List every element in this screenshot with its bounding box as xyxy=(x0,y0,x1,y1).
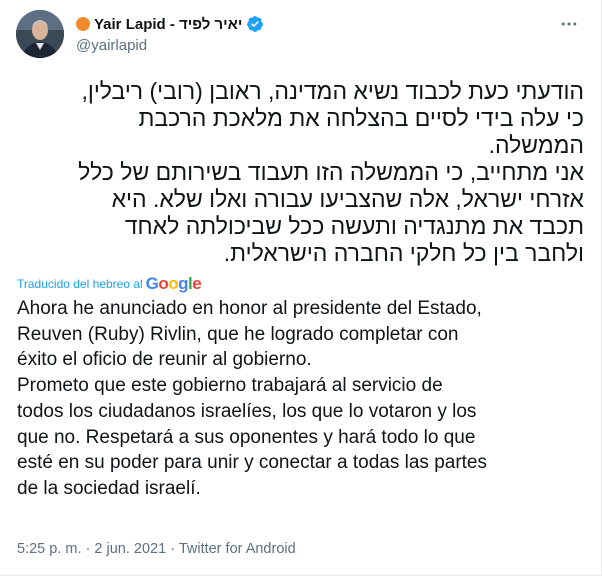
translation-text-line: que no. Respetará a sus oponentes y hará… xyxy=(17,426,476,448)
tweet-header: Yair Lapid - יאיר לפיד @yairlapid xyxy=(16,10,585,62)
original-text-line: ולחבר בין כל חלקי החברה הישראלית. xyxy=(223,240,584,266)
meta-separator: · xyxy=(85,541,91,557)
author-handle[interactable]: @yairlapid xyxy=(76,37,264,54)
orange-circle-icon xyxy=(76,17,90,31)
google-logo: Google xyxy=(145,274,202,293)
translation-text-line: Reuven (Ruby) Rivlin, que he logrado com… xyxy=(17,323,459,345)
tweet-original-text: הודעתי כעת לכבוד נשיא המדינה, ראובן (רוב… xyxy=(18,78,584,267)
original-text-line: הממשלה. xyxy=(488,132,584,158)
original-text-line: כי עלה בידי לסיים בהצלחה את מלאכת הרכבת xyxy=(138,105,584,131)
display-name-row[interactable]: Yair Lapid - יאיר לפיד xyxy=(76,13,264,35)
tweet-translation-text: Ahora he anunciado en honor al president… xyxy=(17,296,592,502)
display-name[interactable]: Yair Lapid - יאיר לפיד xyxy=(94,16,242,33)
meta-separator: · xyxy=(170,541,176,557)
tweet-card: Yair Lapid - יאיר לפיד @yairlapid הודעתי… xyxy=(0,0,602,576)
verified-badge-icon xyxy=(246,15,264,33)
translation-text-line: de la sociedad israelí. xyxy=(17,477,201,499)
original-text-line: תכבד את מתנגדיה ותעשה ככל שביכולתה לאחד xyxy=(124,213,584,239)
more-options-icon xyxy=(561,22,577,26)
more-options-button[interactable] xyxy=(557,12,581,36)
translation-text-line: todos los ciudadanos israelíes, los que … xyxy=(17,400,477,422)
tweet-date[interactable]: 2 jun. 2021 xyxy=(94,541,166,557)
translated-label: Traducido del hebreo al xyxy=(17,277,143,291)
tweet-meta: 5:25 p. m. · 2 jun. 2021 · Twitter for A… xyxy=(17,541,296,557)
translation-text-line: Ahora he anunciado en honor al president… xyxy=(17,298,482,319)
translation-text-line: Prometo que este gobierno trabajará al s… xyxy=(17,375,443,397)
translation-text-line: esté en su poder para unir y conectar a … xyxy=(17,452,487,474)
tweet-time[interactable]: 5:25 p. m. xyxy=(17,541,81,557)
original-text-line: אני מתחייב, כי הממשלה הזו תעבוד בשירותם … xyxy=(78,159,584,185)
original-text-line: אזרחי ישראל, אלה שהצביעו עבורה ואלו שלא.… xyxy=(111,186,584,212)
avatar-image xyxy=(16,10,64,58)
tweet-source[interactable]: Twitter for Android xyxy=(179,541,296,557)
original-text-line: הודעתי כעת לכבוד נשיא המדינה, ראובן (רוב… xyxy=(81,78,584,104)
author-names: Yair Lapid - יאיר לפיד @yairlapid xyxy=(76,13,264,54)
translated-by-link[interactable]: Traducido del hebreo al Google xyxy=(17,274,202,294)
avatar[interactable] xyxy=(16,10,64,58)
translation-text-line: éxito el oficio de reunir al gobierno. xyxy=(17,349,312,371)
